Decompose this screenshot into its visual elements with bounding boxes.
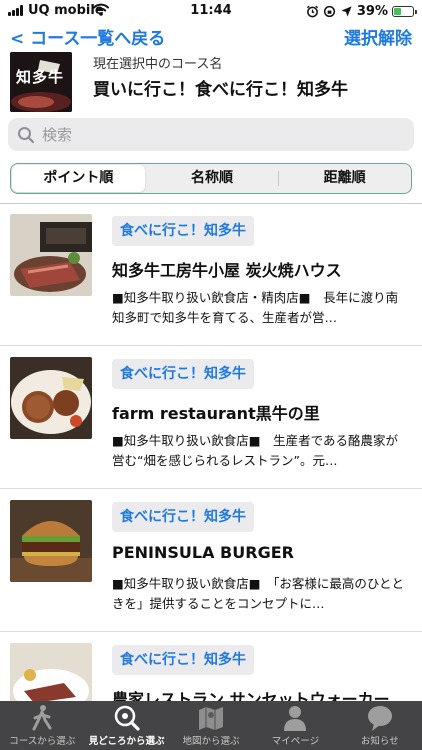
- spot-description: ■知多牛取り扱い飲食店■ 「お客様に最高のひとときを」提供することをコンセプトに…: [112, 576, 404, 611]
- spot-course-tag: 食べに行こ！知多牛: [112, 359, 254, 389]
- tab-label: お知らせ: [360, 736, 399, 747]
- sort-tab-distance[interactable]: 距離順: [278, 164, 411, 193]
- spot-list-item[interactable]: 食べに行こ！知多牛 知多牛工房牛小屋 炭火焼ハウス ■知多牛取り扱い飲食店・精肉…: [0, 204, 422, 346]
- current-course-label: 現在選択中のコース名: [93, 57, 223, 72]
- alarm-icon: [306, 5, 318, 17]
- spot-thumbnail: [10, 214, 92, 296]
- tab-label: 地図から選ぶ: [182, 736, 240, 747]
- clear-selection-button[interactable]: 選択解除: [344, 24, 412, 49]
- spot-title: farm restaurant黒牛の里: [112, 404, 320, 423]
- current-course-name: 買いに行こ！食べに行こ！知多牛: [93, 80, 348, 100]
- spot-list-item[interactable]: 食べに行こ！知多牛 farm restaurant黒牛の里 ■知多牛取り扱い飲食…: [0, 347, 422, 489]
- tab-label: 見どころから選ぶ: [88, 736, 165, 747]
- app-screen: UQ mobile 11:44 39% < コース一覧へ戻る 選択解除 知多牛 …: [0, 0, 422, 750]
- course-thumbnail-logo: 知多牛: [16, 68, 65, 86]
- spot-thumbnail: [10, 357, 92, 439]
- tab-my-page[interactable]: マイページ: [253, 701, 337, 750]
- course-thumbnail: 知多牛: [10, 52, 72, 112]
- battery-level: [394, 7, 401, 15]
- sort-segmented-control: ポイント順 名称順 距離順: [10, 163, 412, 194]
- user-icon: [284, 706, 307, 731]
- battery-percent: 39%: [356, 3, 388, 19]
- tab-notices[interactable]: お知らせ: [338, 701, 422, 750]
- spot-thumbnail: [10, 500, 92, 582]
- spot-title: PENINSULA BURGER: [112, 543, 294, 562]
- status-right: 39%: [306, 3, 417, 19]
- tab-label: マイページ: [271, 736, 320, 747]
- search-bar: [8, 118, 414, 151]
- location-icon: [341, 5, 352, 17]
- search-icon: [18, 127, 35, 144]
- status-bar: UQ mobile 11:44 39%: [0, 0, 422, 22]
- spot-title: 知多牛工房牛小屋 炭火焼ハウス: [112, 261, 342, 280]
- chat-bubble-icon: [367, 706, 392, 731]
- spot-search-icon: [114, 705, 140, 731]
- search-input[interactable]: [42, 122, 402, 147]
- sort-tab-name[interactable]: 名称順: [146, 164, 279, 193]
- battery-icon: [392, 5, 417, 17]
- walking-person-icon: [32, 705, 52, 731]
- spot-course-tag: 食べに行こ！知多牛: [112, 645, 254, 675]
- spot-description: ■知多牛取り扱い飲食店■ 生産者である酪農家が営む“畑を感じられるレストラン”。…: [112, 433, 398, 468]
- rotation-lock-icon: [323, 5, 335, 17]
- map-icon: [199, 707, 224, 730]
- tab-map-select[interactable]: 地図から選ぶ: [169, 701, 253, 750]
- sort-tab-points[interactable]: ポイント順: [12, 165, 145, 192]
- tab-bar: コースから選ぶ 見どころから選ぶ 地図から選ぶ マイページ お知らせ: [0, 701, 422, 750]
- tab-label: コースから選ぶ: [9, 736, 76, 747]
- tab-course-select[interactable]: コースから選ぶ: [0, 701, 84, 750]
- spot-description: ■知多牛取り扱い飲食店・精肉店■ 長年に渡り南知多町で知多牛を育てる、生産者が営…: [112, 290, 399, 325]
- spot-list-item[interactable]: 食べに行こ！知多牛 PENINSULA BURGER ■知多牛取り扱い飲食店■ …: [0, 490, 422, 632]
- spot-course-tag: 食べに行こ！知多牛: [112, 216, 254, 246]
- tab-spot-select[interactable]: 見どころから選ぶ: [84, 701, 168, 750]
- spot-course-tag: 食べに行こ！知多牛: [112, 502, 254, 532]
- back-to-course-list-button[interactable]: < コース一覧へ戻る: [10, 24, 165, 49]
